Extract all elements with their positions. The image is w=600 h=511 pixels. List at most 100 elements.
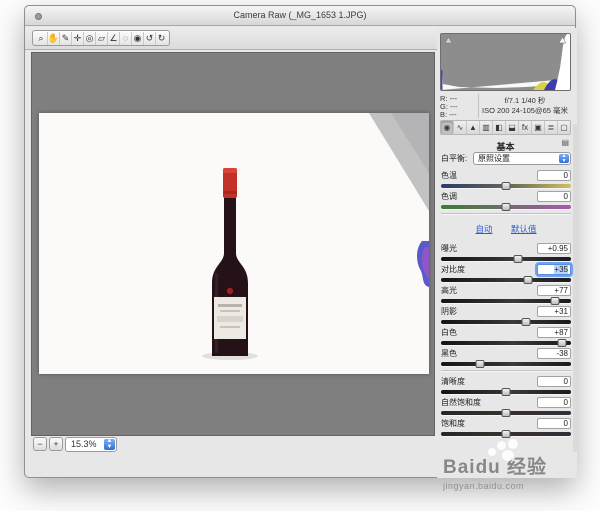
- vibrance-slider-thumb[interactable]: [502, 409, 511, 417]
- slider-shadows: 阴影 +31: [441, 306, 571, 324]
- tab-tone-curve[interactable]: ∿: [453, 121, 466, 134]
- temperature-value-field[interactable]: 0: [537, 170, 571, 181]
- stepper-icon: ▲▼: [559, 154, 569, 163]
- clarity-slider-track[interactable]: [441, 390, 571, 394]
- tab-detail[interactable]: ▲: [466, 121, 479, 134]
- tab-presets[interactable]: ≣: [544, 121, 557, 134]
- slider-blacks: 黑色 -38: [441, 348, 571, 366]
- whites-slider-thumb[interactable]: [557, 339, 566, 347]
- white-balance-value: 原照设置: [478, 154, 510, 163]
- white-balance-label: 白平衡:: [441, 153, 473, 164]
- zoom-tool[interactable]: ⌕: [35, 32, 47, 45]
- whites-slider-track[interactable]: [441, 341, 571, 345]
- zoom-controls: − + 15.3% ▲▼: [33, 435, 117, 453]
- tool-group: ⌕✋✎✛◎▱∠◌◉↺↻: [32, 30, 170, 46]
- label-crest: [227, 288, 233, 294]
- panel-tabs: ◉∿▲▥◧⬓fx▣≣▢: [440, 120, 571, 135]
- divider: [441, 213, 571, 214]
- blacks-value-field[interactable]: -38: [537, 348, 571, 359]
- clarity-value-field[interactable]: 0: [537, 376, 571, 387]
- photo-preview[interactable]: [39, 113, 429, 374]
- spot-removal-tool[interactable]: ◌: [119, 32, 131, 45]
- tab-split-toning[interactable]: ◧: [492, 121, 505, 134]
- panel-scrollbar[interactable]: [573, 124, 577, 452]
- blacks-slider-thumb[interactable]: [476, 360, 485, 368]
- blacks-slider-track[interactable]: [441, 362, 571, 366]
- highlights-slider-thumb[interactable]: [551, 297, 560, 305]
- panel-title: 基本: [496, 142, 514, 152]
- crop-tool[interactable]: ▱: [95, 32, 107, 45]
- tab-hsl-grayscale[interactable]: ▥: [479, 121, 492, 134]
- highlights-value-field[interactable]: +77: [537, 285, 571, 296]
- auto-link[interactable]: 自动: [476, 224, 493, 234]
- tab-basic[interactable]: ◉: [441, 121, 453, 134]
- clarity-label: 清晰度: [441, 376, 465, 387]
- watermark-paw: [497, 441, 506, 450]
- exposure-slider-thumb[interactable]: [513, 255, 522, 263]
- vibrance-label: 自然饱和度: [441, 397, 481, 408]
- temperature-label: 色温: [441, 170, 457, 181]
- zoom-level-value: 15.3%: [71, 439, 97, 449]
- color-sampler-tool[interactable]: ✛: [71, 32, 83, 45]
- contrast-slider-thumb[interactable]: [524, 276, 533, 284]
- page-background: Camera Raw (_MG_1653 1.JPG) ⌕✋✎✛◎▱∠◌◉↺↻ …: [0, 0, 600, 511]
- adjustments-panel: R: --- G: --- B: --- f/7.1 1/40 秒 ISO 20…: [437, 28, 577, 478]
- tint-slider-thumb[interactable]: [502, 203, 511, 211]
- preview-canvas[interactable]: [31, 52, 435, 436]
- shadows-value-field[interactable]: +31: [537, 306, 571, 317]
- zoom-out-button[interactable]: −: [33, 437, 47, 451]
- exposure-slider-track[interactable]: [441, 257, 571, 261]
- white-balance-select[interactable]: 原照设置 ▲▼: [473, 152, 571, 165]
- vibrance-value-field[interactable]: 0: [537, 397, 571, 408]
- tab-snapshots[interactable]: ▢: [557, 121, 570, 134]
- hand-tool[interactable]: ✋: [47, 32, 59, 45]
- default-link[interactable]: 默认值: [511, 224, 537, 234]
- tint-slider-track[interactable]: [441, 205, 571, 209]
- rotate-left-tool[interactable]: ↺: [143, 32, 155, 45]
- auto-default-links: 自动 默认值: [441, 219, 571, 237]
- saturation-value-field[interactable]: 0: [537, 418, 571, 429]
- contrast-slider-track[interactable]: [441, 278, 571, 282]
- slider-contrast: 对比度+35: [441, 264, 571, 282]
- vibrance-slider-track[interactable]: [441, 411, 571, 415]
- white-balance-tool[interactable]: ✎: [59, 32, 71, 45]
- tab-effects[interactable]: fx: [518, 121, 531, 134]
- blacks-label: 黑色: [441, 348, 457, 359]
- titlebar: Camera Raw (_MG_1653 1.JPG): [25, 6, 575, 26]
- red-eye-tool[interactable]: ◉: [131, 32, 143, 45]
- tab-lens-corrections[interactable]: ⬓: [505, 121, 518, 134]
- rotate-right-tool[interactable]: ↻: [155, 32, 167, 45]
- straighten-tool[interactable]: ∠: [107, 32, 119, 45]
- divider: [441, 370, 571, 371]
- slider-tint: 色调 0: [441, 191, 571, 209]
- temperature-slider-thumb[interactable]: [502, 182, 511, 190]
- temperature-slider-track[interactable]: [441, 184, 571, 188]
- histogram[interactable]: [440, 33, 571, 91]
- panel-menu-icon[interactable]: ▤: [561, 138, 569, 147]
- zoom-level-select[interactable]: 15.3% ▲▼: [65, 437, 117, 452]
- zoom-in-button[interactable]: +: [49, 437, 63, 451]
- highlights-slider-track[interactable]: [441, 299, 571, 303]
- shadows-label: 阴影: [441, 306, 457, 317]
- slider-clarity: 清晰度 0: [441, 376, 571, 394]
- shadows-slider-track[interactable]: [441, 320, 571, 324]
- saturation-slider-thumb[interactable]: [502, 430, 511, 438]
- exposure-label: 曝光: [441, 243, 457, 254]
- basic-panel-content: 白平衡: 原照设置 ▲▼ 色温 0 色调 0 自动 默认值 曝光 +0.95 对比度+35…: [441, 152, 571, 439]
- whites-value-field[interactable]: +87: [537, 327, 571, 338]
- tab-camera-calibration[interactable]: ▣: [531, 121, 544, 134]
- contrast-value-field[interactable]: +35: [537, 264, 571, 275]
- exposure-value-field[interactable]: +0.95: [537, 243, 571, 254]
- tint-label: 色调: [441, 191, 457, 202]
- targeted-adjustment-tool[interactable]: ◎: [83, 32, 95, 45]
- slider-whites: 白色+87: [441, 327, 571, 345]
- shadows-slider-thumb[interactable]: [521, 318, 530, 326]
- saturation-slider-track[interactable]: [441, 432, 571, 436]
- camera-raw-dialog: Camera Raw (_MG_1653 1.JPG) ⌕✋✎✛◎▱∠◌◉↺↻ …: [24, 5, 576, 478]
- image-info: R: --- G: --- B: --- f/7.1 1/40 秒 ISO 20…: [440, 94, 571, 118]
- clarity-slider-thumb[interactable]: [502, 388, 511, 396]
- saturation-label: 饱和度: [441, 418, 465, 429]
- watermark-paw: [508, 439, 518, 449]
- slider-exposure: 曝光 +0.95: [441, 243, 571, 261]
- tint-value-field[interactable]: 0: [537, 191, 571, 202]
